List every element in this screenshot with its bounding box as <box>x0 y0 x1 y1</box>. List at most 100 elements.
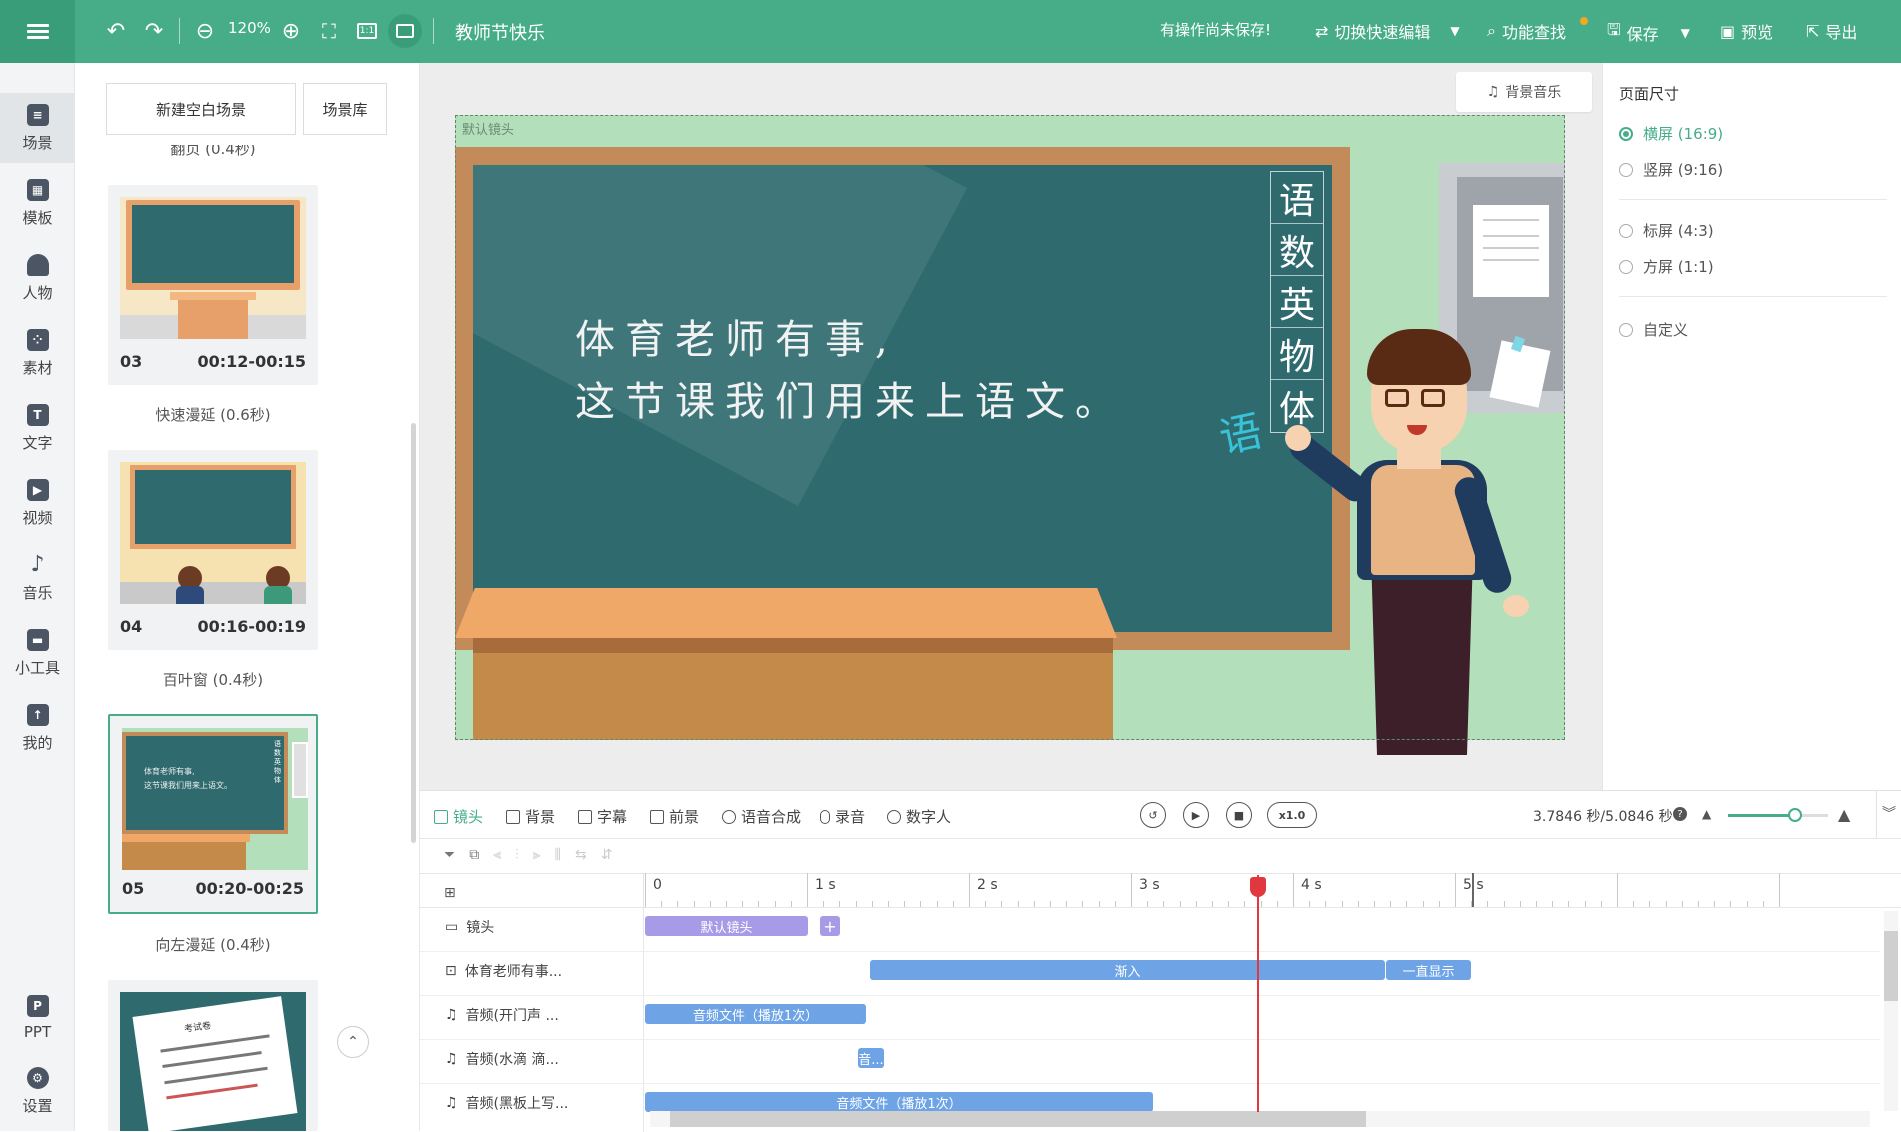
replay-button[interactable]: ↺ <box>1140 802 1166 828</box>
transition-label[interactable]: 快速漫延 (0.6秒) <box>108 404 318 425</box>
tab-tts[interactable]: 语音合成 <box>722 806 801 827</box>
sidebar-item-text[interactable]: T 文字 <box>0 393 75 463</box>
time-ruler[interactable]: 0 1 s 2 s 3 s 4 s 5 s <box>644 873 1901 907</box>
notice-paper <box>1473 205 1549 297</box>
audio-clip-door[interactable]: 音频文件（播放1次） <box>645 1004 866 1024</box>
layer-icon[interactable]: ⊞ <box>444 885 456 901</box>
vertical-scrollbar[interactable] <box>1884 911 1898 1111</box>
sidebar-item-material[interactable]: ⁘ 素材 <box>0 318 75 388</box>
playhead[interactable] <box>1257 875 1260 1112</box>
export-button[interactable]: ⇱ 导出 <box>1806 19 1857 43</box>
tab-subtitle[interactable]: 字幕 <box>578 806 627 827</box>
timeline-zoom-slider[interactable] <box>1728 814 1828 817</box>
ruler-tick <box>1131 873 1132 907</box>
new-blank-scene-button[interactable]: 新建空白场景 <box>106 83 296 135</box>
audio-clip-chalk[interactable]: 音频文件（播放1次） <box>645 1092 1153 1112</box>
undo-icon[interactable]: ↶ <box>103 18 129 44</box>
thumb-text: 这节课我们用来上语文。 <box>144 781 232 790</box>
sidebar-item-music[interactable]: ♪ 音乐 <box>0 543 75 613</box>
scene-card-04[interactable]: 04 00:16-00:19 <box>108 450 318 650</box>
fullscreen-icon[interactable]: ⛶ <box>316 18 342 44</box>
sidebar-item-template[interactable]: ▦ 模板 <box>0 168 75 238</box>
slider-handle[interactable] <box>1788 808 1802 822</box>
chevron-down-icon[interactable]: ▼ <box>1450 24 1459 38</box>
actual-size-icon[interactable]: 1:1 <box>354 18 380 44</box>
board-text-line2[interactable]: 这节课我们用来上语文。 <box>575 369 1125 427</box>
scene-scrollbar[interactable] <box>411 423 416 843</box>
ruler-tick <box>645 873 646 907</box>
camera-label: 默认镜头 <box>462 123 515 138</box>
zoom-in-icon[interactable]: ⊕ <box>278 18 304 44</box>
filter-icon[interactable]: ⏷ <box>444 847 455 863</box>
feature-search-button[interactable]: ⌕ 功能查找 <box>1487 19 1566 43</box>
stop-button[interactable]: ■ <box>1226 802 1252 828</box>
tab-record[interactable]: 录音 <box>820 806 865 827</box>
page-size-option-9-16[interactable]: 竖屏 (9:16) <box>1619 159 1723 180</box>
transition-label[interactable]: 百叶窗 (0.4秒) <box>108 669 318 690</box>
transition-label[interactable]: 翻页 (0.4秒) <box>108 145 318 159</box>
board-text-line1[interactable]: 体育老师有事, <box>575 307 898 365</box>
page-size-option-1-1[interactable]: 方屏 (1:1) <box>1619 256 1714 277</box>
preview-button[interactable]: ▣ 预览 <box>1720 19 1773 43</box>
track-audio-chalk[interactable]: ♫ 音频(黑板上写... <box>445 1093 568 1113</box>
horizontal-scrollbar[interactable] <box>650 1111 1870 1127</box>
scene-stage[interactable]: 体育老师有事, 这节课我们用来上语文。 语 数 英 物 体 语 默认镜头 <box>455 115 1565 755</box>
sidebar-item-person[interactable]: 人物 <box>0 243 75 313</box>
scene-icon: ≡ <box>26 103 49 126</box>
align-left-icon[interactable]: ⫷ <box>493 847 501 863</box>
background-music-button[interactable]: ♫ 背景音乐 <box>1456 72 1592 112</box>
track-audio-drip[interactable]: ♫ 音频(水滴 滴... <box>445 1049 559 1069</box>
track-audio-door[interactable]: ♫ 音频(开门声 ... <box>445 1005 559 1025</box>
save-button[interactable]: 🖫 保存 ▼ <box>1607 19 1690 46</box>
sidebar-item-video[interactable]: ▶ 视频 <box>0 468 75 538</box>
add-camera-button[interactable]: + <box>820 916 840 936</box>
keyboard-icon[interactable] <box>388 14 422 48</box>
scene-card-06[interactable]: 考试卷 <box>108 980 318 1131</box>
collapse-icon[interactable]: ︾ <box>1882 803 1896 823</box>
sidebar-item-settings[interactable]: ⚙ 设置 <box>0 1056 75 1126</box>
scene-card-03[interactable]: 03 00:12-00:15 <box>108 185 318 385</box>
scroll-top-button[interactable]: ⌃ <box>337 1026 369 1058</box>
redo-icon[interactable]: ↷ <box>141 18 167 44</box>
teacher-character[interactable] <box>1284 305 1529 755</box>
help-icon[interactable]: ? <box>1673 807 1687 821</box>
scene-card-05[interactable]: 体育老师有事, 这节课我们用来上语文。 语数英物体 05 00:20-00:25 <box>108 714 318 914</box>
subtitle-icon <box>578 809 592 824</box>
sidebar-item-toolbox[interactable]: ▬ 小工具 <box>0 618 75 688</box>
music-note-icon: ♫ <box>445 1007 458 1023</box>
tab-background[interactable]: 背景 <box>506 806 555 827</box>
page-size-option-custom[interactable]: 自定义 <box>1619 319 1688 340</box>
speed-button[interactable]: x1.0 <box>1267 802 1317 828</box>
track-text[interactable]: ⊡ 体育老师有事... <box>445 961 562 981</box>
page-size-option-4-3[interactable]: 标屏 (4:3) <box>1619 220 1714 241</box>
playhead-handle[interactable] <box>1250 877 1267 897</box>
quick-edit-button[interactable]: ⇄ 切换快速编辑 ▼ <box>1315 19 1460 43</box>
page-size-option-16-9[interactable]: 横屏 (16:9) <box>1619 123 1723 144</box>
group-icon[interactable]: ⧉ <box>469 847 479 863</box>
track-camera[interactable]: ▭ 镜头 <box>445 917 494 937</box>
chevron-down-icon[interactable]: ▼ <box>1681 26 1690 40</box>
distribute-icon[interactable]: ⫼ <box>555 847 561 863</box>
transition-label[interactable]: 向左漫延 (0.4秒) <box>108 934 318 955</box>
always-show-clip[interactable]: 一直显示 <box>1386 960 1471 980</box>
scene-library-button[interactable]: 场景库 <box>303 83 387 135</box>
tab-foreground[interactable]: 前景 <box>650 806 699 827</box>
sidebar-item-mine[interactable]: ↑ 我的 <box>0 693 75 763</box>
zoom-out-icon[interactable]: ⊖ <box>192 18 218 44</box>
menu-button[interactable] <box>0 0 75 63</box>
audio-clip-drip[interactable]: 音... <box>858 1048 884 1068</box>
align-right-icon[interactable]: ⫸ <box>533 847 541 863</box>
flip-v-icon[interactable]: ⇵ <box>601 847 613 863</box>
project-title[interactable]: 教师节快乐 <box>455 19 545 45</box>
zoom-in-mountain-icon[interactable]: ▲ <box>1838 805 1850 824</box>
fade-in-clip[interactable]: 渐入 <box>870 960 1385 980</box>
tab-camera[interactable]: 镜头 <box>434 806 483 827</box>
sidebar-item-ppt[interactable]: P PPT <box>0 983 75 1053</box>
tab-digital-human[interactable]: 数字人 <box>887 806 951 827</box>
zoom-out-mountain-icon[interactable]: ▲ <box>1702 807 1711 821</box>
flip-h-icon[interactable]: ⇆ <box>575 847 587 863</box>
sidebar-item-scene[interactable]: ≡ 场景 <box>0 93 75 163</box>
align-center-icon[interactable]: ⫶ <box>515 847 519 863</box>
camera-clip[interactable]: 默认镜头 <box>645 916 808 936</box>
play-button[interactable]: ▶ <box>1183 802 1209 828</box>
